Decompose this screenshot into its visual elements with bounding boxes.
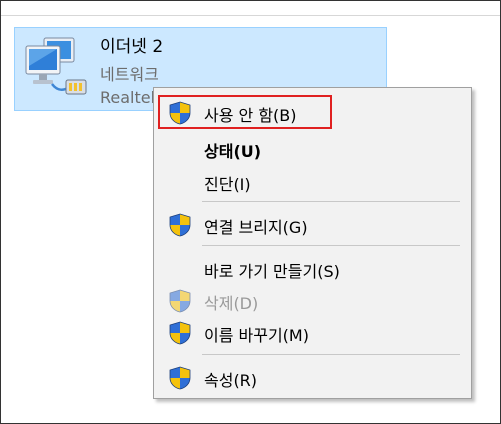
- menu-item-bridge[interactable]: 연결 브리지(G): [156, 210, 469, 240]
- uac-shield-icon: [168, 101, 192, 125]
- menu-item-label: 상태(U): [204, 142, 262, 161]
- explorer-window: 이더넷 2 네트워크 Realtek 사용 안 함(B) 상태(U) 진단(I)…: [0, 0, 501, 424]
- menu-separator: [202, 201, 460, 202]
- menu-item-diagnose[interactable]: 진단(I): [156, 167, 469, 197]
- menu-item-properties[interactable]: 속성(R): [156, 363, 469, 393]
- menu-item-rename[interactable]: 이름 바꾸기(M): [156, 318, 469, 348]
- menu-item-label: 진단(I): [204, 175, 251, 194]
- uac-shield-icon: [168, 213, 192, 237]
- menu-item-label: 삭제(D): [204, 294, 259, 313]
- menu-separator: [202, 245, 460, 246]
- menu-item-delete: 삭제(D): [156, 286, 469, 316]
- uac-shield-icon: [168, 366, 192, 390]
- top-strip: [1, 1, 500, 16]
- menu-item-label: 바로 가기 만들기(S): [204, 262, 340, 281]
- menu-item-status[interactable]: 상태(U): [156, 134, 469, 164]
- uac-shield-icon: [168, 321, 192, 345]
- adapter-device-label: Realtek: [100, 88, 160, 107]
- adapter-name: 이더넷 2: [100, 37, 164, 57]
- menu-item-label: 이름 바꾸기(M): [204, 326, 309, 345]
- menu-separator: [202, 354, 460, 355]
- adapter-network-label: 네트워크: [100, 65, 159, 84]
- network-adapter-icon: [25, 37, 87, 95]
- menu-item-label: 사용 안 함(B): [204, 106, 297, 125]
- uac-shield-icon: [168, 289, 192, 313]
- menu-item-label: 연결 브리지(G): [204, 218, 308, 237]
- menu-item-label: 속성(R): [204, 371, 258, 390]
- menu-item-create-shortcut[interactable]: 바로 가기 만들기(S): [156, 254, 469, 284]
- context-menu: 사용 안 함(B) 상태(U) 진단(I) 연결 브리지(G) 바로 가기 만들…: [153, 87, 472, 399]
- menu-item-disable[interactable]: 사용 안 함(B): [156, 98, 469, 128]
